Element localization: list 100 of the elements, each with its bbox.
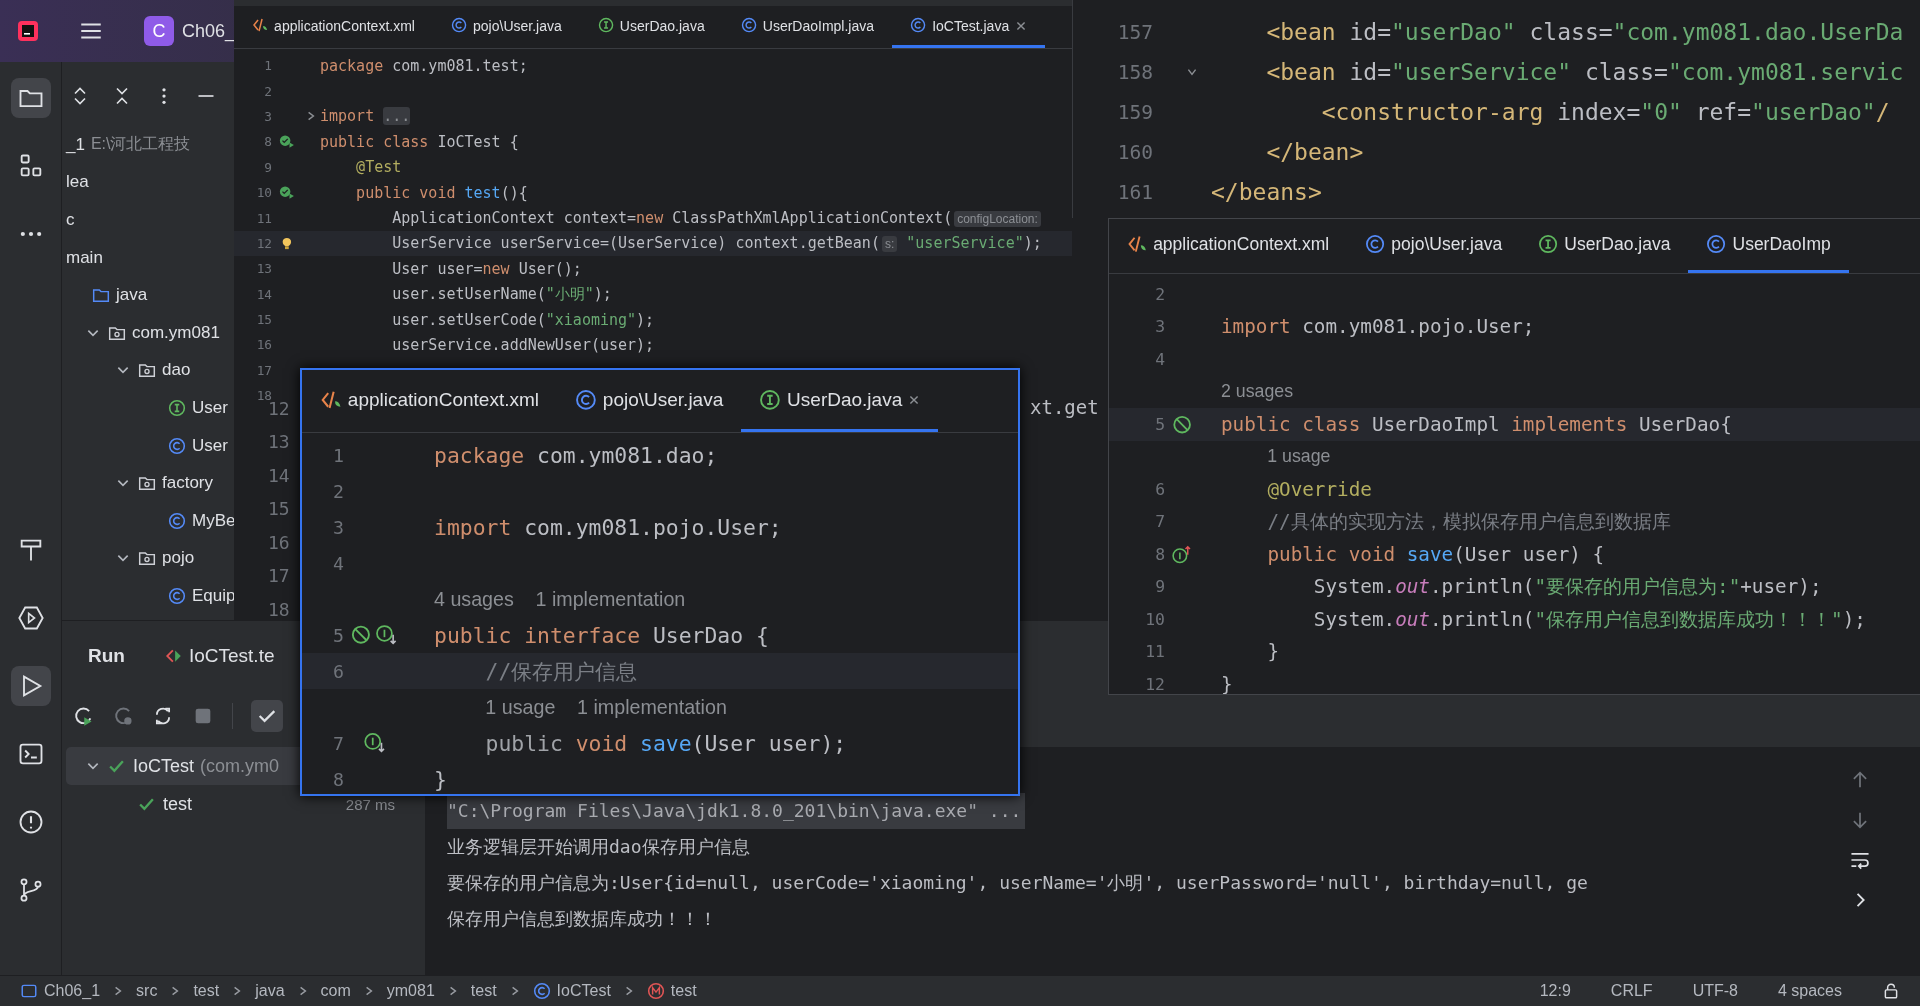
code-line: <bean id="userService" class="com.ym081.servic xyxy=(1265,59,1904,85)
run-test-icon[interactable] xyxy=(279,185,295,201)
editor-tab[interactable]: applicationContext.xml xyxy=(234,6,433,48)
line-number: 7 xyxy=(1154,512,1165,532)
breadcrumb[interactable]: test xyxy=(646,982,697,1000)
editor-tab[interactable]: UserDaoImpl.java xyxy=(722,6,893,48)
editor-tab[interactable]: applicationContext.xml xyxy=(1109,219,1348,273)
rerun-icon[interactable] xyxy=(72,705,94,727)
tree-item[interactable]: User xyxy=(192,435,228,456)
editor-tab[interactable]: UserDao.java xyxy=(741,370,939,432)
run-tab[interactable]: IoCTest.te xyxy=(164,621,275,691)
show-passed-button[interactable] xyxy=(251,700,283,732)
breadcrumb[interactable]: ym081 xyxy=(386,982,435,1000)
breadcrumb[interactable]: test xyxy=(470,982,497,1000)
status-item[interactable]: CRLF xyxy=(1610,982,1653,1000)
code-line: public void save(User user) { xyxy=(1266,542,1605,566)
interface-icon xyxy=(759,388,782,411)
tree-item[interactable]: main xyxy=(66,247,103,268)
code-line: //保存用户信息 xyxy=(484,657,638,686)
breadcrumb[interactable]: com xyxy=(320,982,351,1000)
line-number: 17 xyxy=(268,565,290,587)
bean-icon[interactable] xyxy=(1171,414,1193,434)
run-test-icon[interactable] xyxy=(279,134,295,150)
code-line: System.out.println("保存用户信息到数据库成功！！！"); xyxy=(1312,606,1866,633)
line-number: 18 xyxy=(268,598,290,620)
usage-hint[interactable]: 1 implementation xyxy=(577,695,727,719)
tree-item[interactable]: pojo xyxy=(162,548,195,569)
code-line: User user=new User(); xyxy=(391,259,582,278)
line-number: 15 xyxy=(268,498,290,520)
usage-hint[interactable]: 2 usages xyxy=(1221,381,1294,403)
path-note: E:\河北工程技 xyxy=(90,134,191,155)
line-number: 160 xyxy=(1116,140,1153,164)
run-icon[interactable] xyxy=(10,666,51,706)
usage-hint[interactable]: 4 usages xyxy=(434,587,514,611)
line-number: 1 xyxy=(263,58,272,74)
code-line: ApplicationContext context=new ClassPathXmlApplicationContext( configLocation: xyxy=(320,209,1041,228)
tree-item[interactable]: java xyxy=(116,285,148,306)
interface-icon xyxy=(597,17,614,34)
status-item[interactable]: 4 spaces xyxy=(1777,982,1842,1000)
usage-hint[interactable]: 1 usage xyxy=(485,695,556,719)
status-item[interactable]: 12:9 xyxy=(1539,982,1571,1000)
line-number: 2 xyxy=(263,83,272,99)
line-number: 14 xyxy=(268,464,290,487)
editor-tab[interactable]: IoCTest.java xyxy=(892,6,1046,48)
class-icon xyxy=(1365,234,1386,255)
code-line: <constructor-arg index="0" ref="userDao"/ xyxy=(1320,99,1890,125)
code-line: package com.ym081.test; xyxy=(320,56,528,75)
code-line: public class UserDaoImpl implements UserDao{ xyxy=(1221,412,1732,436)
class-icon xyxy=(168,511,186,530)
bean-implemented-icons[interactable] xyxy=(351,624,399,646)
lock-icon[interactable] xyxy=(1882,982,1900,1000)
tree-item[interactable]: Equip xyxy=(192,585,234,606)
line-number: 7 xyxy=(332,732,344,754)
editor-tab[interactable]: applicationContext.xml xyxy=(302,370,557,432)
editor-tab[interactable]: UserDao.java xyxy=(1520,219,1689,273)
test-name[interactable]: test xyxy=(163,793,192,815)
code-line: public interface UserDao { xyxy=(434,622,769,648)
tree-item[interactable]: dao xyxy=(162,360,191,381)
xml-file-icon xyxy=(252,17,269,34)
editor-tab[interactable]: UserDaoImp xyxy=(1688,219,1849,273)
xml-file-icon xyxy=(1127,234,1148,255)
module-icon xyxy=(20,982,38,1000)
line-number: 14 xyxy=(255,286,272,302)
folder-icon[interactable] xyxy=(10,78,51,118)
code-line: </bean> xyxy=(1265,139,1364,165)
tree-item[interactable]: factory xyxy=(162,473,214,494)
status-item[interactable]: UTF-8 xyxy=(1692,982,1738,1000)
rerun-failed-icon[interactable] xyxy=(112,705,134,727)
implemented-icon[interactable] xyxy=(363,732,387,754)
tree-item[interactable]: MyBe xyxy=(192,510,234,531)
breadcrumb[interactable]: src xyxy=(136,982,158,1000)
test-name[interactable]: IoCTest xyxy=(133,755,195,777)
line-number: 12 xyxy=(1144,674,1165,694)
usage-hint[interactable]: 1 usage xyxy=(1267,446,1331,468)
editor-tab[interactable]: pojo\User.java xyxy=(1347,219,1521,273)
implements-icon[interactable] xyxy=(1171,544,1193,564)
line-number: 4 xyxy=(332,552,344,574)
line-number: 18 xyxy=(255,388,272,400)
line-number: 9 xyxy=(1154,577,1165,597)
code-line: //具体的实现方法，模拟保存用户信息到数据库 xyxy=(1266,509,1671,536)
tree-item[interactable]: _1 xyxy=(66,134,85,155)
usage-hint[interactable]: 1 implementation xyxy=(535,587,686,611)
tree-item[interactable]: User xyxy=(192,397,228,418)
project-badge[interactable]: C xyxy=(144,16,174,46)
line-number: 4 xyxy=(1154,349,1165,369)
close-icon[interactable] xyxy=(1015,19,1028,32)
editor-tab[interactable]: UserDao.java xyxy=(579,6,723,48)
breadcrumb[interactable]: Ch06_1 xyxy=(20,982,101,1000)
tree-item[interactable]: com.ym081 xyxy=(132,322,220,343)
run-tab[interactable]: Run xyxy=(88,621,125,691)
tree-item[interactable]: c xyxy=(66,210,75,230)
breadcrumb[interactable]: test xyxy=(193,982,220,1000)
breadcrumb[interactable]: java xyxy=(255,982,285,1000)
close-icon[interactable] xyxy=(908,393,921,406)
editor-tab[interactable]: pojo\User.java xyxy=(557,370,742,432)
line-number: 11 xyxy=(255,210,272,226)
tree-item[interactable]: lea xyxy=(66,172,89,193)
editor-tab[interactable]: pojo\User.java xyxy=(432,6,580,48)
breadcrumb[interactable]: IoCTest xyxy=(532,982,611,1000)
project-name[interactable]: Ch06_ xyxy=(182,20,236,42)
